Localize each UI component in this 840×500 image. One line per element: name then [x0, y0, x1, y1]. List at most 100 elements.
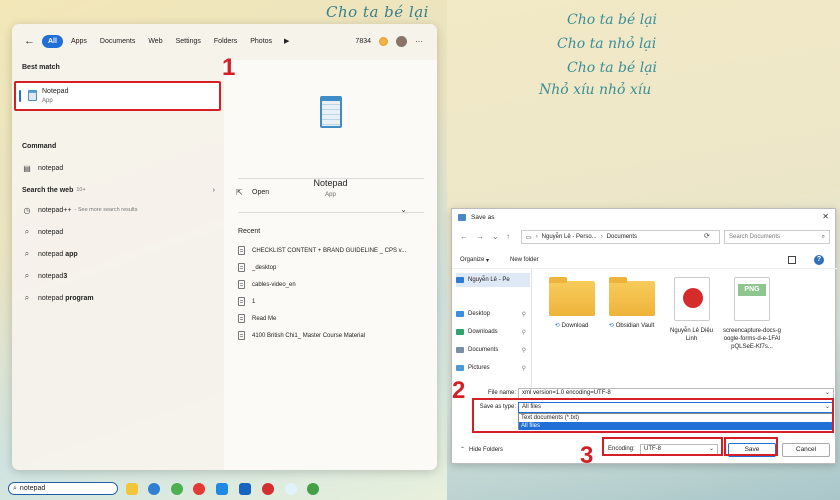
web-item-notepad-app[interactable]: ⌕ notepad app — [22, 247, 217, 261]
chevron-right-icon[interactable]: › — [213, 187, 215, 194]
open-action[interactable]: ⇱ Open — [236, 188, 269, 197]
nav-item-pictures[interactable]: Pictures ⚲ — [456, 361, 530, 375]
dialog-title: Save as — [471, 213, 495, 221]
recent-item-label: 1 — [252, 298, 256, 305]
desktop-icon — [456, 311, 464, 317]
web-item-label: notepad program — [38, 294, 94, 302]
forward-arrow-icon[interactable]: → — [476, 232, 484, 241]
file-icon — [238, 246, 245, 255]
file-png[interactable]: PNG screencapture-docs-google-forms-d-e-… — [722, 277, 782, 351]
folder-icon — [548, 277, 595, 316]
notepad-icon: ▤ — [23, 163, 31, 173]
web-result-count: 10+ — [76, 187, 86, 193]
filter-web[interactable]: Web — [143, 35, 167, 48]
nav-item-desktop[interactable]: Desktop ⚲ — [456, 307, 530, 321]
pdf-file-icon — [673, 277, 710, 321]
file-pdf[interactable]: Nguyễn Lê Diệu Linh — [664, 277, 719, 343]
address-bar[interactable]: ▭ › Nguyễn Lê - Perso... › Documents — [521, 230, 720, 244]
search-icon: ⌕ — [24, 249, 30, 258]
store-icon[interactable] — [239, 483, 251, 495]
command-item[interactable]: ▤ notepad — [22, 161, 217, 175]
highlight-encoding — [602, 437, 723, 456]
nav-item-documents[interactable]: Documents ⚲ — [456, 343, 530, 357]
organize-chevron-icon[interactable]: ▾ — [486, 257, 489, 264]
filter-all[interactable]: All — [42, 34, 63, 48]
chevron-down-icon[interactable]: ⌄ — [492, 232, 499, 241]
web-item-notepad3[interactable]: ⌕ notepad3 — [22, 269, 217, 283]
search-results-list: Best match Notepad App Command ▤ notepad… — [12, 60, 224, 470]
up-arrow-icon[interactable]: ↑ — [506, 232, 510, 241]
folder-icon — [608, 277, 655, 316]
refresh-icon[interactable]: ⟳ — [704, 232, 710, 240]
recent-item[interactable]: CHECKLIST CONTENT + BRAND GUIDELINE _ CP… — [238, 246, 428, 255]
folder-obsidian-vault[interactable]: ⟲ Obsidian Vault — [604, 277, 659, 330]
breadcrumb-user[interactable]: Nguyễn Lê - Perso... — [542, 234, 597, 240]
best-match-notepad[interactable]: Notepad App — [14, 81, 221, 111]
chrome-alt-icon[interactable] — [307, 483, 319, 495]
close-icon[interactable]: ✕ — [822, 212, 829, 221]
selection-accent — [19, 90, 21, 102]
hide-folders-toggle[interactable]: ⌃ Hide Folders — [460, 446, 503, 454]
computer-icon: ▭ — [526, 234, 532, 241]
filter-documents[interactable]: Documents — [95, 35, 140, 48]
account-area: 7834 ··· — [355, 36, 423, 47]
mail-icon[interactable] — [216, 483, 228, 495]
web-item-notepad[interactable]: ⌕ notepad — [22, 225, 217, 239]
file-icon — [238, 263, 245, 272]
filter-apps[interactable]: Apps — [66, 35, 92, 48]
nav-item-downloads[interactable]: Downloads ⚲ — [456, 325, 530, 339]
file-icon — [238, 331, 245, 340]
search-documents-input[interactable]: Search Documents ⌕ — [724, 230, 830, 244]
recent-heading: Recent — [238, 228, 261, 235]
folder-download[interactable]: ⟲ Download — [544, 277, 599, 330]
more-filters-play-icon[interactable]: ▶ — [284, 37, 289, 45]
organize-button[interactable]: Organize — [460, 257, 484, 263]
best-match-type: App — [42, 98, 53, 104]
recent-item[interactable]: 1 — [238, 297, 428, 306]
back-arrow-icon[interactable]: ← — [24, 35, 36, 47]
open-label: Open — [252, 189, 270, 196]
recent-item-label: Read Me — [252, 315, 277, 322]
filter-photos[interactable]: Photos — [245, 35, 277, 48]
recent-item[interactable]: 4100 British Chi1_ Master Course Materia… — [238, 331, 428, 340]
edge-icon[interactable] — [148, 483, 160, 495]
breadcrumb-documents[interactable]: Documents — [607, 234, 637, 240]
web-item-notepad-program[interactable]: ⌕ notepad program — [22, 291, 217, 305]
taskbar-search-value: notepad — [19, 485, 46, 492]
browser-icon[interactable] — [171, 483, 183, 495]
taskbar-search-box[interactable]: ⌕ notepad — [8, 482, 118, 495]
web-heading: Search the web — [22, 186, 74, 194]
recent-item-label: CHECKLIST CONTENT + BRAND GUIDELINE _ CP… — [252, 247, 407, 254]
view-options-icon[interactable] — [788, 256, 796, 264]
recent-item[interactable]: Read Me — [238, 314, 428, 323]
recent-item-label: cables-video_en — [252, 281, 296, 288]
png-file-icon: PNG — [734, 277, 770, 321]
rewards-icon[interactable] — [379, 37, 388, 46]
back-arrow-icon[interactable]: ← — [460, 232, 468, 241]
start-menu-search-panel: ← All Apps Documents Web Settings Folder… — [12, 24, 437, 470]
more-options-icon[interactable]: ··· — [415, 37, 423, 46]
navigation-pane: Nguyễn Lê - Pe Desktop ⚲ Downloads ⚲ Doc… — [452, 269, 532, 387]
rewards-points[interactable]: 7834 — [355, 38, 371, 45]
recent-item-label: _desktop — [252, 264, 277, 271]
recent-item[interactable]: _desktop — [238, 263, 428, 272]
chevron-down-icon[interactable]: ⌄ — [825, 389, 830, 398]
help-icon[interactable]: ? — [814, 255, 824, 265]
web-item-notepadpp[interactable]: ◷ notepad++ - See more search results — [22, 203, 217, 217]
png-badge: PNG — [738, 284, 766, 296]
best-match-heading: Best match — [22, 64, 60, 71]
new-folder-button[interactable]: New folder — [510, 257, 539, 263]
opera-icon[interactable] — [262, 483, 274, 495]
profile-avatar[interactable] — [396, 36, 407, 47]
save-as-icon — [458, 213, 466, 221]
filter-folders[interactable]: Folders — [209, 35, 242, 48]
nav-item-onedrive[interactable]: Nguyễn Lê - Pe — [456, 273, 530, 287]
recent-item[interactable]: cables-video_en — [238, 280, 428, 289]
chevron-down-icon[interactable]: ⌄ — [400, 205, 407, 214]
filter-settings[interactable]: Settings — [171, 35, 206, 48]
highlight-save-type — [472, 398, 834, 433]
chrome-icon[interactable] — [193, 483, 205, 495]
zalo-icon[interactable] — [285, 483, 297, 495]
cancel-button[interactable]: Cancel — [782, 443, 830, 457]
file-explorer-icon[interactable] — [126, 483, 138, 495]
